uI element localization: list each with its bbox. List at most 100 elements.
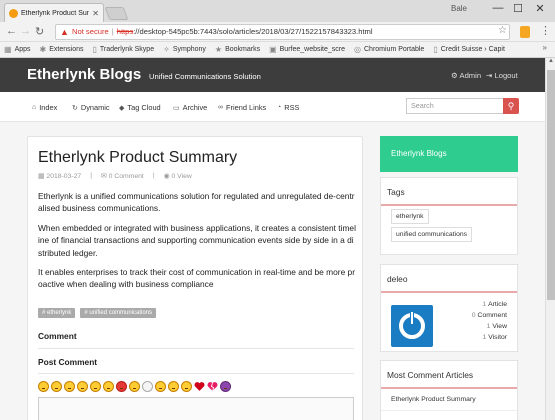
nav-dynamic[interactable]: ↻ Dynamic [72, 103, 110, 112]
archive-icon: ▭ [173, 104, 180, 112]
scroll-up-icon[interactable]: ▲ [547, 58, 555, 64]
back-icon[interactable]: ← [6, 25, 17, 37]
article-tag[interactable]: # etherlynk [38, 308, 76, 318]
star-icon: ★ [214, 45, 223, 54]
emoji-angry-icon[interactable] [116, 381, 127, 392]
bookmark-item[interactable]: ▯ Traderlynk Skype [92, 45, 154, 54]
logout-label: Logout [494, 71, 518, 80]
emoji-frown-icon[interactable] [77, 381, 88, 392]
bookmark-item[interactable]: ★ Bookmarks [215, 45, 260, 54]
bookmark-item[interactable]: ▯ Credit Suisse › Capit [433, 45, 505, 54]
sidebar-tag[interactable]: etherlynk [391, 209, 429, 224]
article-meta: ▦ 2018-03-27 | ✉ 0 Comment | ◉ 0 View [38, 172, 192, 180]
article-paragraph: It enables enterprises to track their co… [38, 267, 355, 290]
post-comment-heading: Post Comment [38, 357, 98, 367]
menu-icon[interactable]: ⋮ [540, 24, 551, 37]
article-card: Etherlynk Product Summary ▦ 2018-03-27 | … [27, 136, 363, 420]
video-icon: ▣ [269, 45, 277, 54]
admin-link[interactable]: ⚙ Admin [451, 71, 481, 80]
comment-icon: ✉ [100, 173, 107, 180]
most-comment-heading: Most Comment Articles [381, 361, 517, 389]
sidebar-blog-title[interactable]: Etherlynk Blogs [380, 136, 518, 172]
tag-icon: ◆ [119, 104, 125, 112]
admin-label: Admin [459, 71, 482, 80]
logout-link[interactable]: ⇥ Logout [486, 71, 518, 80]
refresh-icon: ↻ [72, 104, 78, 112]
maximize-icon[interactable]: ☐ [508, 2, 528, 15]
bookmark-item[interactable]: ▣ Burfee_website_scre [269, 45, 345, 54]
bookmark-label: Burfee_website_scre [279, 46, 346, 53]
bookmark-label: Bookmarks [225, 46, 261, 53]
minimize-icon[interactable]: — [488, 2, 508, 14]
emoji-tongue-icon[interactable] [64, 381, 75, 392]
bookmark-star-icon[interactable]: ☆ [498, 25, 507, 36]
forward-icon[interactable]: → [20, 25, 31, 37]
nav-tag-cloud[interactable]: ◆ Tag Cloud [119, 103, 161, 112]
comment-heading: Comment [38, 331, 77, 341]
search-input[interactable]: Search [406, 98, 504, 114]
emoji-hug-icon[interactable] [181, 381, 192, 392]
emoji-eyes-icon[interactable] [142, 381, 153, 392]
article-tag[interactable]: # unified communications [80, 308, 157, 318]
article-title[interactable]: Etherlynk Product Summary [38, 149, 237, 167]
avatar[interactable] [391, 305, 433, 347]
tab-title: Etherlynk Product Summ [21, 9, 89, 17]
address-bar[interactable]: ▲ Not secure | https://desktop-545pc5b:744… [55, 24, 510, 40]
emoji-devil-icon[interactable] [220, 381, 231, 392]
sidebar-tag[interactable]: unified communications [391, 227, 473, 242]
emoji-laugh-icon[interactable] [51, 381, 62, 392]
nav-archive[interactable]: ▭ Archive [173, 103, 207, 112]
stat-articles[interactable]: 1 Article [482, 301, 507, 308]
site-tagline: Unified Communications Solution [149, 72, 261, 81]
bookmarks-bar: ▦ Apps ✱ Extensions ▯ Traderlynk Skype ✧ Sympho… [0, 42, 555, 58]
link-icon: ∞ [218, 104, 223, 111]
new-tab-button[interactable] [104, 7, 129, 20]
bookmark-item[interactable]: ◎ Chromium Portable [354, 45, 424, 54]
more-bookmarks-icon[interactable]: » [543, 43, 547, 52]
comment-textarea[interactable] [38, 397, 354, 420]
emoji-sad-icon[interactable] [103, 381, 114, 392]
article-comment-count[interactable]: ✉ 0 Comment [101, 172, 144, 180]
profile-name[interactable]: Bale [451, 4, 467, 13]
extension-icon[interactable] [520, 26, 530, 38]
emoji-heart-icon[interactable] [194, 381, 205, 392]
browser-tab[interactable]: Etherlynk Product Summ ✕ [4, 3, 104, 22]
reload-icon[interactable]: ↻ [35, 25, 44, 38]
close-tab-icon[interactable]: ✕ [92, 9, 99, 18]
scroll-thumb[interactable] [547, 70, 555, 300]
url-scheme: https [116, 27, 134, 36]
emoji-bar [38, 381, 231, 392]
article-tags: # etherlynk # unified communications [38, 308, 157, 318]
site-brand[interactable]: Etherlynk Blogs [27, 66, 141, 83]
page-icon: ▯ [433, 45, 438, 54]
web-page: Etherlynk Blogs Unified Communications S… [0, 58, 545, 420]
emoji-scream-icon[interactable] [155, 381, 166, 392]
divider [38, 373, 354, 374]
stat-views: 1 View [486, 323, 507, 330]
nav-index[interactable]: ⌂ Index [32, 103, 57, 112]
home-icon: ⌂ [32, 104, 37, 111]
url-path: ://desktop-545pc5b:7443/solo/articles/20… [133, 27, 373, 36]
bookmark-item[interactable]: ✧ Symphony [163, 45, 206, 54]
rss-icon: ◔ [277, 104, 282, 111]
close-window-icon[interactable]: ✕ [530, 2, 550, 15]
emoji-mad-icon[interactable] [129, 381, 140, 392]
calendar-icon: ▦ [38, 173, 45, 180]
article-paragraph: Etherlynk is a unified communications so… [38, 191, 355, 214]
site-nav: ⌂ Index ↻ Dynamic ◆ Tag Cloud ▭ Archive ∞ Fri… [0, 92, 545, 122]
emoji-broken-heart-icon[interactable] [207, 381, 218, 392]
browser-tab-bar: Etherlynk Product Summ ✕ Bale — ☐ ✕ [0, 0, 555, 22]
nav-friend-links[interactable]: ∞ Friend Links [218, 103, 266, 112]
page-scrollbar[interactable]: ▲ [545, 58, 555, 420]
stat-visitors: 1 Visitor [482, 334, 507, 341]
emoji-cool-icon[interactable] [168, 381, 179, 392]
search-button[interactable]: ⚲ [503, 98, 519, 114]
emoji-cry-icon[interactable] [90, 381, 101, 392]
bookmark-item[interactable]: ✱ Extensions [40, 45, 84, 54]
tags-widget: Tags etherlynk unified communications [380, 177, 518, 255]
emoji-smile-icon[interactable] [38, 381, 49, 392]
most-comment-item[interactable]: Etherlynk Product Summary [381, 389, 517, 411]
nav-rss[interactable]: ◔ RSS [277, 103, 299, 112]
article-date: ▦ 2018-03-27 [38, 173, 82, 180]
bookmark-item[interactable]: ▦ Apps [4, 45, 31, 54]
